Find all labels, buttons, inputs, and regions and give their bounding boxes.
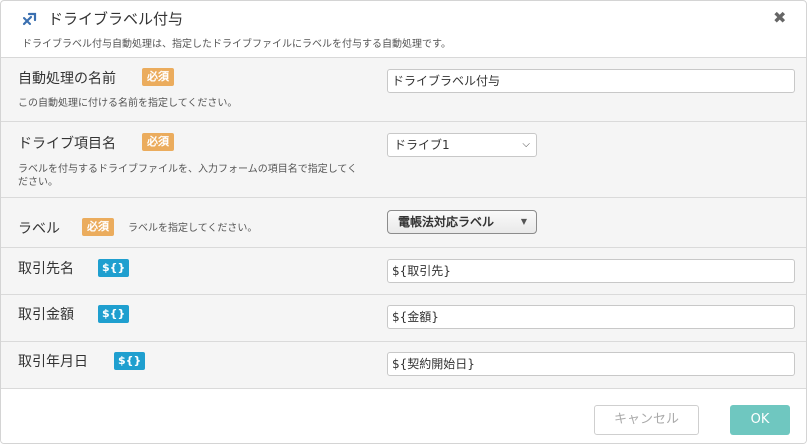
field-label-label: ラベル [18, 221, 60, 237]
dialog-header: ドライブラベル付与 ドライブラベル付与自動処理は、指定したドライブファイルにラベ… [1, 1, 806, 58]
caret-down-icon: ▼ [520, 217, 527, 226]
tag-icon [22, 12, 37, 26]
field-row-drive-item: ドライブ項目名 必須 ラベルを付与するドライブファイルを、入力フォームの項目名で… [1, 122, 806, 198]
field-row-amount: 取引金額 ${} ${金額} [1, 295, 806, 342]
drive-item-select[interactable]: ドライブ1 ⌵ [387, 133, 537, 157]
field-help-name: この自動処理に付ける名前を指定してください。 [18, 98, 238, 109]
dialog-title: ドライブラベル付与 [48, 10, 184, 28]
ok-button[interactable]: OK [730, 405, 790, 435]
field-row-date: 取引年月日 ${} ${契約開始日} [1, 342, 806, 389]
required-badge: 必須 [82, 218, 114, 236]
field-help-label: ラベルを指定してください。 [128, 223, 258, 234]
required-badge: 必須 [142, 68, 174, 86]
field-label-drive-item: ドライブ項目名 [18, 136, 116, 152]
field-help-drive-item: ラベルを付与するドライブファイルを、入力フォームの項目名で指定してください。 [18, 164, 358, 188]
variable-badge: ${} [114, 352, 146, 370]
required-badge: 必須 [142, 133, 174, 151]
field-label-partner: 取引先名 [18, 261, 74, 277]
drive-item-selected-value: ドライブ1 [394, 138, 450, 152]
close-icon[interactable]: ✖ [773, 8, 786, 28]
chevron-down-icon: ⌵ [522, 139, 530, 150]
dialog-footer: キャンセル OK [1, 389, 806, 443]
amount-input[interactable]: ${金額} [387, 305, 795, 329]
field-label-date: 取引年月日 [18, 354, 88, 370]
cancel-button[interactable]: キャンセル [594, 405, 699, 435]
name-input[interactable]: ドライブラベル付与 [387, 69, 795, 93]
label-selected-value: 電帳法対応ラベル [398, 215, 495, 229]
field-row-label: ラベル 必須 ラベルを指定してください。 電帳法対応ラベル ▼ [1, 198, 806, 248]
variable-badge: ${} [98, 305, 130, 323]
partner-input[interactable]: ${取引先} [387, 259, 795, 283]
dialog-subtitle: ドライブラベル付与自動処理は、指定したドライブファイルにラベルを付与する自動処理… [22, 39, 451, 50]
field-row-name: 自動処理の名前 必須 この自動処理に付ける名前を指定してください。 ドライブラベ… [1, 58, 806, 122]
variable-badge: ${} [98, 259, 130, 277]
drive-label-dialog: ドライブラベル付与 ドライブラベル付与自動処理は、指定したドライブファイルにラベ… [0, 0, 807, 444]
date-input[interactable]: ${契約開始日} [387, 352, 795, 376]
field-label-amount: 取引金額 [18, 307, 74, 323]
label-dropdown-button[interactable]: 電帳法対応ラベル ▼ [387, 210, 537, 234]
field-label-name: 自動処理の名前 [18, 71, 116, 87]
field-row-partner: 取引先名 ${} ${取引先} [1, 248, 806, 295]
